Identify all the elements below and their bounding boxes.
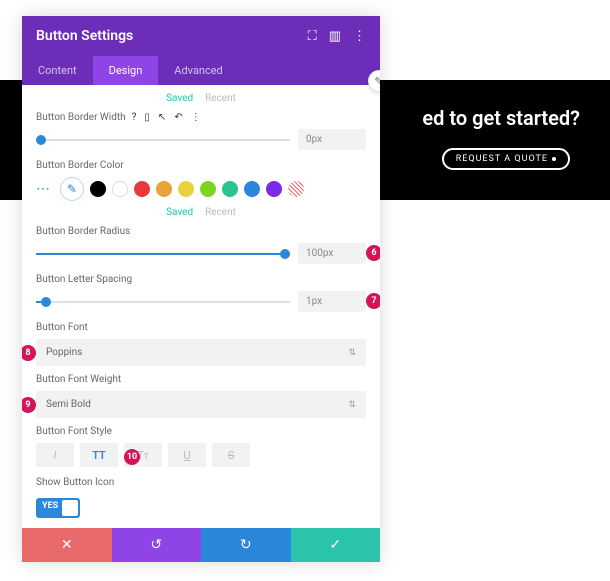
settings-panel: ✎ Button Settings ⛶ ▥ ⋮ Content Design A… (22, 16, 380, 562)
tab-advanced[interactable]: Advanced (158, 56, 238, 85)
request-quote-button[interactable]: REQUEST A QUOTE (442, 148, 570, 170)
color-swatch[interactable] (134, 181, 150, 197)
panel-header: Button Settings ⛶ ▥ ⋮ (22, 16, 380, 56)
more-icon[interactable]: ⋮ (353, 29, 366, 44)
color-swatch[interactable] (112, 181, 128, 197)
font-weight-dropdown[interactable]: Semi Bold⇅ (36, 391, 366, 418)
color-swatch[interactable] (244, 181, 260, 197)
panel-body[interactable]: Saved Recent Button Border Width ? ▯ ↖ ↶… (22, 85, 380, 528)
panel-title: Button Settings (36, 28, 133, 44)
label-font-style: Button Font Style (36, 426, 366, 437)
color-swatch[interactable] (178, 181, 194, 197)
label-border-width: Button Border Width ? ▯ ↖ ↶ ⋮ (36, 112, 366, 123)
show-icon-toggle[interactable]: YES (36, 498, 80, 518)
more-icon[interactable]: ⋮ (191, 112, 201, 123)
phone-icon[interactable]: ▯ (144, 112, 150, 123)
confirm-button[interactable]: ✓ (291, 528, 381, 562)
tab-design[interactable]: Design (93, 56, 159, 85)
columns-icon[interactable]: ▥ (329, 29, 341, 44)
tabs: Content Design Advanced (22, 56, 380, 85)
uppercase-button[interactable]: TT (80, 443, 118, 467)
chevron-updown-icon: ⇅ (348, 400, 356, 410)
panel-footer: ✕ ↺ ↻ ✓ (22, 528, 380, 562)
recent-link[interactable]: Recent (205, 207, 236, 218)
undo-icon[interactable]: ↶ (174, 112, 182, 123)
undo-button[interactable]: ↺ (112, 528, 202, 562)
border-width-value[interactable]: 0px (298, 129, 366, 150)
label-show-icon: Show Button Icon (36, 477, 366, 488)
badge-8: 8 (22, 345, 36, 361)
cursor-icon[interactable]: ↖ (158, 112, 166, 123)
tab-content[interactable]: Content (22, 56, 93, 85)
saved-link[interactable]: Saved (166, 93, 193, 104)
color-swatch[interactable] (90, 181, 106, 197)
italic-button[interactable]: I (36, 443, 74, 467)
font-dropdown[interactable]: Poppins⇅ (36, 339, 366, 366)
strikethrough-button[interactable]: S (212, 443, 250, 467)
recent-link[interactable]: Recent (205, 93, 236, 104)
letter-spacing-slider[interactable] (36, 295, 290, 309)
border-radius-value[interactable]: 100px (298, 243, 366, 264)
help-icon[interactable]: ? (132, 112, 137, 123)
badge-6: 6 (366, 245, 380, 261)
badge-9: 9 (22, 397, 36, 413)
color-swatch[interactable] (266, 181, 282, 197)
label-letter-spacing: Button Letter Spacing (36, 274, 366, 285)
bg-headline: ed to get started? (422, 106, 580, 130)
border-radius-slider[interactable] (36, 247, 290, 261)
badge-10: 10 (124, 449, 140, 465)
label-font: Button Font (36, 322, 366, 333)
cancel-button[interactable]: ✕ (22, 528, 112, 562)
more-colors[interactable]: ⋯ (36, 181, 50, 197)
redo-button[interactable]: ↻ (201, 528, 291, 562)
color-swatch[interactable] (222, 181, 238, 197)
border-width-slider[interactable] (36, 133, 290, 147)
label-border-color: Button Border Color (36, 160, 366, 171)
eyedropper-icon[interactable]: ✎ (60, 177, 84, 201)
badge-7: 7 (366, 293, 380, 309)
color-swatch[interactable] (156, 181, 172, 197)
chevron-updown-icon: ⇅ (348, 348, 356, 358)
label-font-weight: Button Font Weight (36, 374, 366, 385)
swatch-none[interactable] (288, 181, 304, 197)
underline-button[interactable]: U (168, 443, 206, 467)
letter-spacing-value[interactable]: 1px (298, 291, 366, 312)
label-border-radius: Button Border Radius (36, 226, 366, 237)
expand-icon[interactable]: ⛶ (308, 29, 317, 44)
saved-link[interactable]: Saved (166, 207, 193, 218)
color-swatch[interactable] (200, 181, 216, 197)
